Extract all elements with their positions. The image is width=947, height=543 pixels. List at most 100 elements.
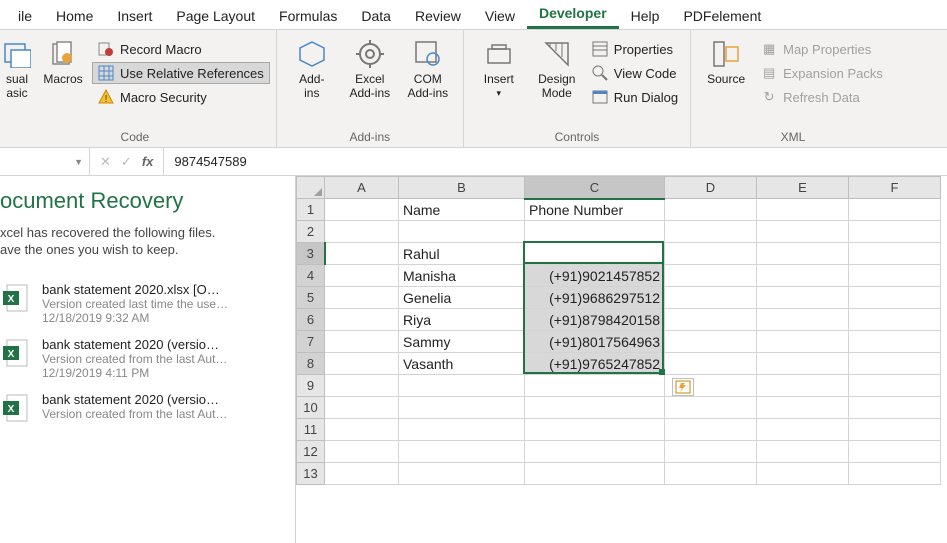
cell-F9[interactable] (849, 375, 941, 397)
cell-E4[interactable] (757, 265, 849, 287)
row-header-13[interactable]: 13 (297, 463, 325, 485)
cell-E6[interactable] (757, 309, 849, 331)
cell-E5[interactable] (757, 287, 849, 309)
macro-security-button[interactable]: ! Macro Security (92, 86, 270, 108)
tab-insert[interactable]: Insert (105, 3, 164, 29)
enter-icon[interactable]: ✓ (121, 154, 132, 170)
cell-E10[interactable] (757, 397, 849, 419)
row-header-1[interactable]: 1 (297, 199, 325, 221)
row-header-4[interactable]: 4 (297, 265, 325, 287)
cell-F7[interactable] (849, 331, 941, 353)
cell-A11[interactable] (325, 419, 399, 441)
cell-A5[interactable] (325, 287, 399, 309)
cell-F2[interactable] (849, 221, 941, 243)
addins-button[interactable]: Add- ins (283, 34, 341, 104)
com-addins-button[interactable]: COM Add-ins (399, 34, 457, 104)
cell-F8[interactable] (849, 353, 941, 375)
cell-A1[interactable] (325, 199, 399, 221)
recovery-file-item[interactable]: X bank statement 2020 (versio… Version c… (0, 331, 285, 386)
worksheet-grid[interactable]: ABCDEF1NamePhone Number23Rahul(+91)98745… (296, 176, 947, 543)
row-header-5[interactable]: 5 (297, 287, 325, 309)
cell-E13[interactable] (757, 463, 849, 485)
visual-basic-button[interactable]: sual asic (0, 34, 34, 104)
cell-B7[interactable]: Sammy (399, 331, 525, 353)
tab-view[interactable]: View (473, 3, 527, 29)
cell-B11[interactable] (399, 419, 525, 441)
cell-E7[interactable] (757, 331, 849, 353)
cell-A9[interactable] (325, 375, 399, 397)
cell-A8[interactable] (325, 353, 399, 375)
cell-C6[interactable]: (+91)8798420158 (525, 309, 665, 331)
cell-D8[interactable] (665, 353, 757, 375)
cell-A6[interactable] (325, 309, 399, 331)
cell-F3[interactable] (849, 243, 941, 265)
cell-F11[interactable] (849, 419, 941, 441)
cell-E8[interactable] (757, 353, 849, 375)
row-header-8[interactable]: 8 (297, 353, 325, 375)
cell-C7[interactable]: (+91)8017564963 (525, 331, 665, 353)
macros-button[interactable]: Macros (34, 34, 92, 90)
col-header-B[interactable]: B (399, 177, 525, 199)
cell-D4[interactable] (665, 265, 757, 287)
recovery-file-item[interactable]: X bank statement 2020 (versio… Version c… (0, 386, 285, 430)
cell-B12[interactable] (399, 441, 525, 463)
cell-A4[interactable] (325, 265, 399, 287)
tab-page-layout[interactable]: Page Layout (164, 3, 267, 29)
name-box[interactable]: ▼ (0, 148, 90, 175)
cell-F4[interactable] (849, 265, 941, 287)
cell-D3[interactable] (665, 243, 757, 265)
col-header-D[interactable]: D (665, 177, 757, 199)
row-header-11[interactable]: 11 (297, 419, 325, 441)
cell-E12[interactable] (757, 441, 849, 463)
col-header-C[interactable]: C (525, 177, 665, 199)
row-header-9[interactable]: 9 (297, 375, 325, 397)
col-header-A[interactable]: A (325, 177, 399, 199)
cell-C4[interactable]: (+91)9021457852 (525, 265, 665, 287)
cell-C12[interactable] (525, 441, 665, 463)
cell-F13[interactable] (849, 463, 941, 485)
view-code-button[interactable]: View Code (586, 62, 684, 84)
quick-analysis-icon[interactable] (672, 378, 694, 396)
row-header-10[interactable]: 10 (297, 397, 325, 419)
cell-E2[interactable] (757, 221, 849, 243)
record-macro-button[interactable]: Record Macro (92, 38, 270, 60)
row-header-6[interactable]: 6 (297, 309, 325, 331)
cell-C3[interactable]: (+91)9874547589 (525, 243, 665, 265)
cell-D1[interactable] (665, 199, 757, 221)
cell-E9[interactable] (757, 375, 849, 397)
formula-input[interactable]: 9874547589 (164, 154, 256, 169)
cell-C9[interactable] (525, 375, 665, 397)
fx-icon[interactable]: fx (142, 154, 154, 169)
row-header-12[interactable]: 12 (297, 441, 325, 463)
tab-pdfelement[interactable]: PDFelement (671, 3, 773, 29)
cell-C1[interactable]: Phone Number (525, 199, 665, 221)
cell-B13[interactable] (399, 463, 525, 485)
tab-file[interactable]: ile (6, 3, 44, 29)
tab-data[interactable]: Data (349, 3, 403, 29)
tab-developer[interactable]: Developer (527, 0, 619, 29)
cell-F10[interactable] (849, 397, 941, 419)
cell-A10[interactable] (325, 397, 399, 419)
select-all-corner[interactable] (297, 177, 325, 199)
cell-C5[interactable]: (+91)9686297512 (525, 287, 665, 309)
row-header-3[interactable]: 3 (297, 243, 325, 265)
cell-E11[interactable] (757, 419, 849, 441)
cell-B6[interactable]: Riya (399, 309, 525, 331)
cell-A12[interactable] (325, 441, 399, 463)
cell-C11[interactable] (525, 419, 665, 441)
col-header-F[interactable]: F (849, 177, 941, 199)
cell-D5[interactable] (665, 287, 757, 309)
tab-review[interactable]: Review (403, 3, 473, 29)
cell-F12[interactable] (849, 441, 941, 463)
cell-C8[interactable]: (+91)9765247852 (525, 353, 665, 375)
cell-D11[interactable] (665, 419, 757, 441)
cell-B9[interactable] (399, 375, 525, 397)
cell-D13[interactable] (665, 463, 757, 485)
tab-formulas[interactable]: Formulas (267, 3, 349, 29)
cell-C10[interactable] (525, 397, 665, 419)
design-mode-button[interactable]: Design Mode (528, 34, 586, 104)
cell-F5[interactable] (849, 287, 941, 309)
cell-E3[interactable] (757, 243, 849, 265)
cell-C13[interactable] (525, 463, 665, 485)
recovery-file-item[interactable]: X bank statement 2020.xlsx [O… Version c… (0, 276, 285, 331)
